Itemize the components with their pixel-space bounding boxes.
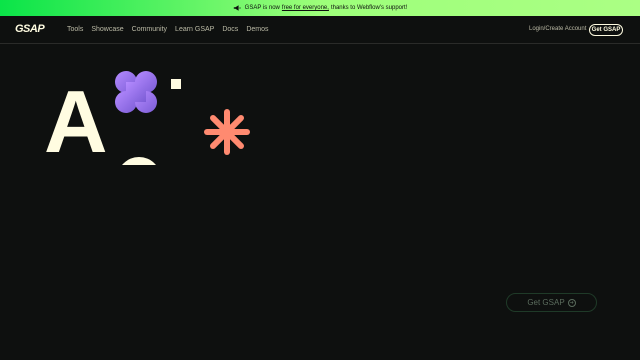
arrow-right-icon: ➜ (567, 298, 576, 307)
banner-text-before: GSAP is now (244, 5, 280, 11)
megaphone-icon (233, 5, 241, 11)
get-gsap-button-label: Get GSAP (527, 298, 565, 307)
flower-shape-icon (115, 71, 157, 113)
get-gsap-nav-button[interactable]: Get GSAP (589, 24, 623, 36)
nav-item-learn-gsap[interactable]: Learn GSAP (175, 26, 214, 33)
nav-item-demos[interactable]: Demos (246, 26, 268, 33)
banner-text-after: thanks to Webflow's support! (330, 5, 408, 11)
nav-item-showcase[interactable]: Showcase (91, 26, 123, 33)
nav-menu: Tools Showcase Community Learn GSAP Docs… (67, 26, 269, 33)
announcement-banner: GSAP is now free for everyone, thanks to… (0, 0, 640, 16)
get-gsap-button[interactable]: Get GSAP ➜ (506, 293, 597, 312)
nav-item-community[interactable]: Community (132, 26, 167, 33)
nav-item-tools[interactable]: Tools (67, 26, 83, 33)
hero-square-shape (171, 79, 181, 89)
hero-letter: A (44, 72, 108, 171)
top-nav: GSAP Tools Showcase Community Learn GSAP… (0, 17, 640, 44)
login-link[interactable]: Login/Create Account (529, 26, 586, 32)
asterisk-shape-icon (204, 109, 250, 155)
hero-half-circle (117, 157, 161, 165)
nav-item-docs[interactable]: Docs (222, 26, 238, 33)
banner-link[interactable]: free for everyone, (282, 5, 329, 11)
gsap-logo[interactable]: GSAP (15, 23, 45, 35)
